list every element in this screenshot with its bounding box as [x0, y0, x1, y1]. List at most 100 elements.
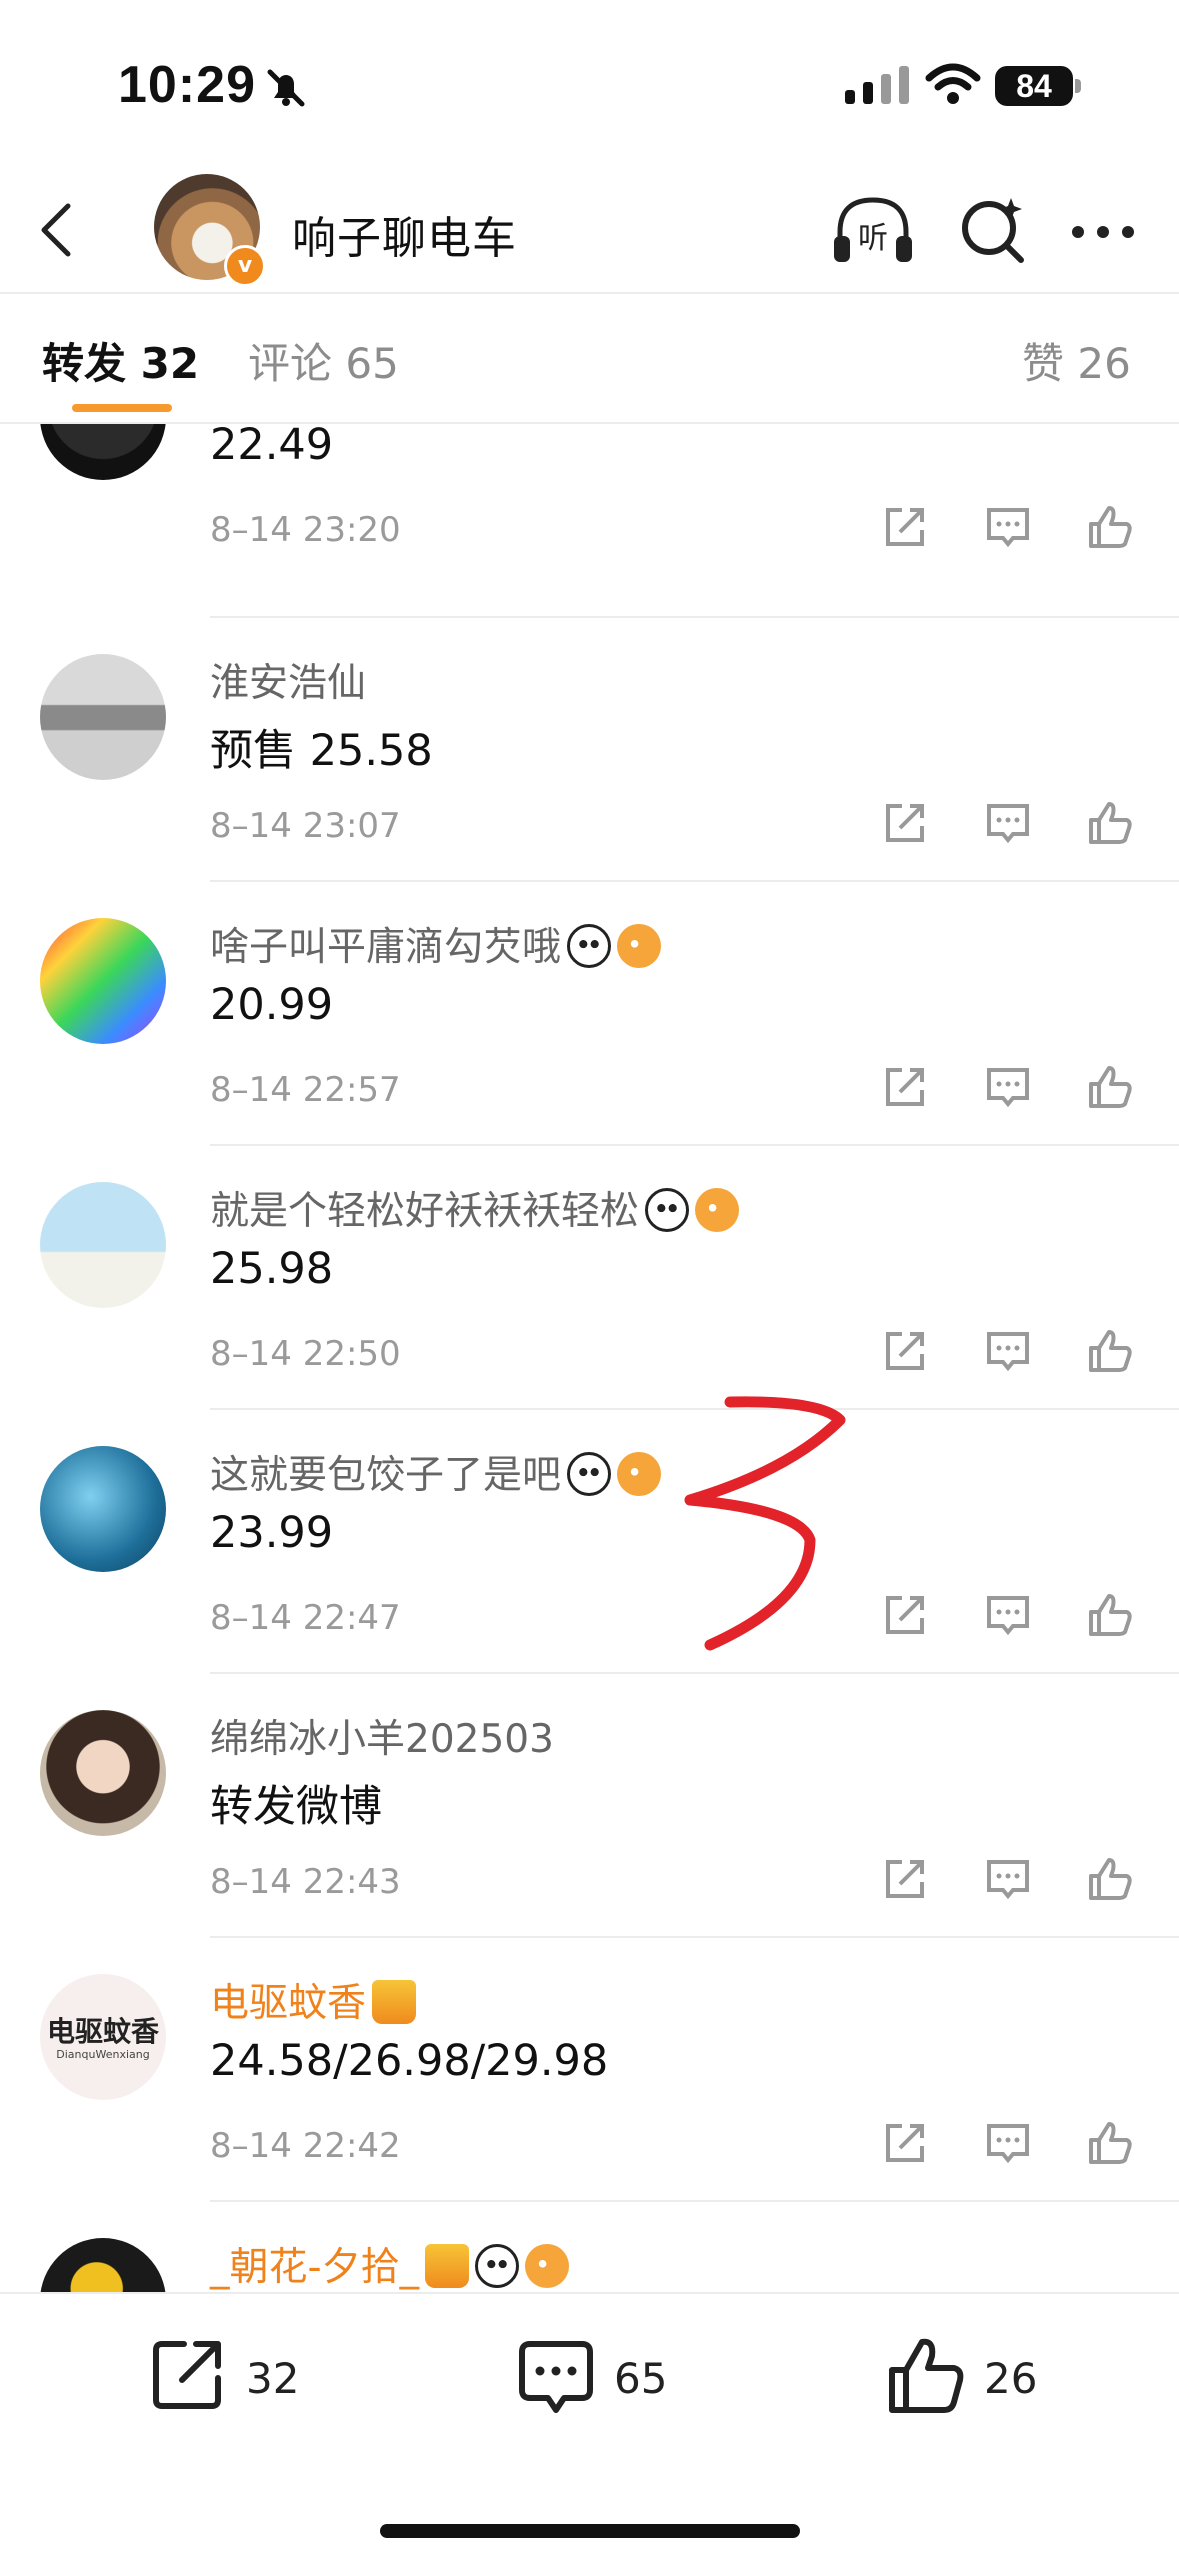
status-bar: 10:29 84 — [0, 0, 1179, 170]
timestamp: 8–14 22:50 — [210, 1334, 401, 1374]
repost-button[interactable]: 32 — [148, 2334, 308, 2424]
repost-text: 25.98 — [210, 1244, 334, 1294]
comment-icon — [519, 2341, 593, 2413]
pufferfish-emoji-icon — [617, 923, 662, 968]
avatar[interactable] — [40, 1446, 166, 1572]
comment-icon[interactable] — [983, 502, 1033, 552]
username[interactable]: 电驱蚊香 — [210, 1972, 417, 2028]
timestamp: 8–14 23:07 — [210, 806, 401, 846]
battery-tip — [1075, 79, 1081, 93]
username-text: 啥子叫平庸滴勾芡哦 — [210, 925, 562, 970]
more-icon[interactable] — [1068, 192, 1138, 268]
tab-bar: 转发 32 评论 65 赞 26 — [0, 292, 1179, 424]
crown-badge-icon — [425, 2243, 470, 2288]
share-icon[interactable] — [880, 502, 930, 552]
timestamp: 8–14 22:42 — [210, 2126, 401, 2166]
tab-like[interactable]: 赞 26 — [1022, 330, 1131, 391]
list-item: 22.49 8–14 23:20 — [0, 424, 1179, 618]
username-text: 这就要包饺子了是吧 — [210, 1453, 562, 1498]
comment-button[interactable]: 65 — [514, 2334, 674, 2424]
like-icon[interactable] — [1085, 502, 1135, 552]
comment-icon[interactable] — [983, 2118, 1033, 2168]
username[interactable]: _朝花-夕拾_ — [210, 2236, 570, 2292]
repost-count: 32 — [246, 2354, 300, 2403]
back-arrow-icon[interactable] — [30, 200, 90, 260]
share-icon[interactable] — [880, 1062, 930, 1112]
wifi-icon — [925, 63, 981, 104]
panda-emoji-icon — [567, 923, 612, 968]
comment-count: 65 — [614, 2354, 668, 2403]
like-icon[interactable] — [1085, 1062, 1135, 1112]
share-icon[interactable] — [880, 1326, 930, 1376]
list-item: 电驱蚊香 DianquWenxiang 电驱蚊香 24.58/26.98/29.… — [0, 1938, 1179, 2202]
avatar-logo-text: 电驱蚊香 — [46, 2015, 159, 2048]
comment-icon[interactable] — [983, 1326, 1033, 1376]
like-icon[interactable] — [1085, 1590, 1135, 1640]
comment-icon[interactable] — [983, 1062, 1033, 1112]
like-icon[interactable] — [1085, 1854, 1135, 1904]
panda-emoji-icon — [475, 2243, 520, 2288]
repost-text: 22.49 — [210, 424, 334, 470]
list-item: _朝花-夕拾_ — [0, 2202, 1179, 2292]
pufferfish-emoji-icon — [695, 1187, 740, 1232]
repost-text: 预售 25.58 — [210, 726, 433, 776]
share-icon[interactable] — [880, 2118, 930, 2168]
username[interactable]: 绵绵冰小羊202503 — [210, 1708, 554, 1764]
share-icon[interactable] — [880, 798, 930, 848]
like-count: 26 — [984, 2354, 1038, 2403]
like-icon[interactable] — [1085, 798, 1135, 848]
repost-list[interactable]: 22.49 8–14 23:20 淮安浩仙 预售 25.58 8–14 23:0… — [0, 424, 1179, 2292]
avatar[interactable] — [40, 1710, 166, 1836]
username-text: _朝花-夕拾_ — [210, 2245, 420, 2290]
tab-comment[interactable]: 评论 65 — [248, 330, 399, 391]
search-icon[interactable] — [955, 192, 1031, 268]
share-icon[interactable] — [880, 1854, 930, 1904]
panda-emoji-icon — [645, 1187, 690, 1232]
pufferfish-emoji-icon — [617, 1451, 662, 1496]
like-icon[interactable] — [1085, 2118, 1135, 2168]
share-icon[interactable] — [880, 1590, 930, 1640]
home-indicator[interactable] — [380, 2524, 800, 2538]
panda-emoji-icon — [567, 1451, 612, 1496]
username[interactable]: 淮安浩仙 — [210, 652, 366, 708]
pufferfish-emoji-icon — [525, 2243, 570, 2288]
comment-icon[interactable] — [983, 1854, 1033, 1904]
username-text: 就是个轻松好袄袄袄轻松 — [210, 1189, 640, 1234]
top-nav: v 响子聊电车 听 — [0, 170, 1179, 294]
username[interactable]: 啥子叫平庸滴勾芡哦 — [210, 916, 662, 972]
avatar[interactable] — [40, 918, 166, 1044]
repost-text: 24.58/26.98/29.98 — [210, 2036, 609, 2086]
status-time: 10:29 — [118, 56, 256, 114]
comment-icon[interactable] — [983, 798, 1033, 848]
repost-text: 20.99 — [210, 980, 334, 1030]
username[interactable]: 就是个轻松好袄袄袄轻松 — [210, 1180, 740, 1236]
username[interactable]: 这就要包饺子了是吧 — [210, 1444, 662, 1500]
avatar[interactable] — [40, 2238, 166, 2292]
avatar[interactable] — [40, 424, 166, 480]
tab-repost[interactable]: 转发 32 — [42, 330, 199, 391]
list-item: 啥子叫平庸滴勾芡哦 20.99 8–14 22:57 — [0, 882, 1179, 1146]
timestamp: 8–14 22:47 — [210, 1598, 401, 1638]
list-item: 这就要包饺子了是吧 23.99 8–14 22:47 — [0, 1410, 1179, 1674]
repost-text: 23.99 — [210, 1508, 334, 1558]
comment-icon[interactable] — [983, 1590, 1033, 1640]
avatar[interactable] — [40, 654, 166, 780]
avatar[interactable] — [40, 1182, 166, 1308]
timestamp: 8–14 22:43 — [210, 1862, 401, 1902]
verified-badge-icon: v — [224, 245, 266, 287]
page-title[interactable]: 响子聊电车 — [292, 202, 517, 266]
bell-slash-icon — [267, 69, 305, 107]
timestamp: 8–14 22:57 — [210, 1070, 401, 1110]
svg-text:听: 听 — [858, 221, 888, 256]
crown-badge-icon — [372, 1979, 417, 2024]
cellular-signal-icon — [845, 64, 917, 104]
listen-headphones-icon[interactable]: 听 — [830, 192, 916, 268]
timestamp: 8–14 23:20 — [210, 510, 401, 550]
like-button[interactable]: 26 — [884, 2334, 1044, 2424]
list-item: 绵绵冰小羊202503 转发微博 8–14 22:43 — [0, 1674, 1179, 1938]
like-icon — [889, 2338, 964, 2413]
avatar[interactable]: 电驱蚊香 DianquWenxiang — [40, 1974, 166, 2100]
active-tab-indicator — [72, 404, 172, 412]
repost-icon — [153, 2341, 221, 2409]
like-icon[interactable] — [1085, 1326, 1135, 1376]
